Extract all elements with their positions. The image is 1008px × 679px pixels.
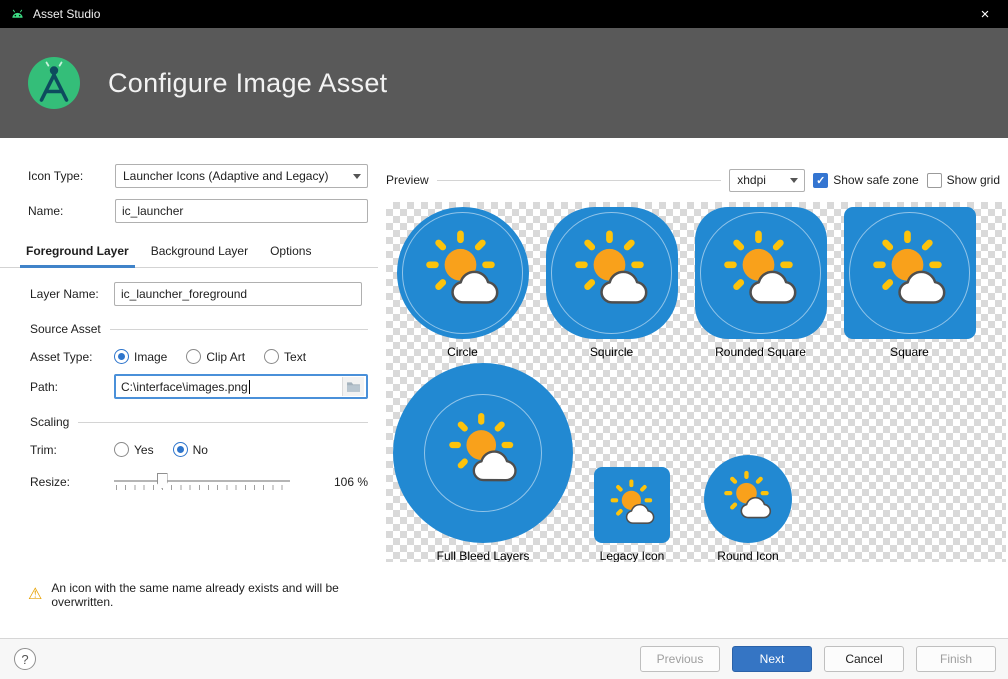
browse-folder-button[interactable] xyxy=(342,377,364,396)
tile-label: Legacy Icon xyxy=(600,549,665,562)
radio-icon xyxy=(186,349,201,364)
tab-options[interactable]: Options xyxy=(264,240,317,268)
name-value: ic_launcher xyxy=(122,204,183,218)
finish-button: Finish xyxy=(916,646,996,672)
asset-type-image-radio[interactable]: Image xyxy=(114,349,167,364)
folder-icon xyxy=(346,381,361,393)
show-safe-zone-label: Show safe zone xyxy=(833,173,918,187)
radio-icon xyxy=(264,349,279,364)
text-caret xyxy=(249,380,250,394)
window-title: Asset Studio xyxy=(33,7,100,21)
wizard-header: Configure Image Asset xyxy=(0,28,1008,138)
preview-canvas: Circle Squircle Rounded Square xyxy=(386,202,1006,562)
tile-label: Squircle xyxy=(590,345,633,359)
tab-foreground-layer[interactable]: Foreground Layer xyxy=(20,240,135,268)
preview-square: Square xyxy=(835,207,984,359)
page-title: Configure Image Asset xyxy=(108,68,387,99)
trim-label: Trim: xyxy=(30,443,114,457)
resize-value: 106 % xyxy=(334,475,368,489)
dialog-footer: ? Previous Next Cancel Finish xyxy=(0,638,1008,679)
asset-type-label: Asset Type: xyxy=(30,350,114,364)
tile-label: Rounded Square xyxy=(715,345,806,359)
squircle-icon-preview xyxy=(546,207,678,339)
radio-icon xyxy=(114,349,129,364)
radio-icon xyxy=(173,442,188,457)
preview-title: Preview xyxy=(386,173,429,187)
icon-type-select[interactable]: Launcher Icons (Adaptive and Legacy) xyxy=(115,164,368,188)
asset-type-clipart-label: Clip Art xyxy=(206,350,245,364)
round-icon-preview xyxy=(704,455,792,543)
tile-label: Round Icon xyxy=(717,549,778,562)
trim-no-label: No xyxy=(193,443,208,457)
circle-icon-preview xyxy=(397,207,529,339)
show-grid-checkbox[interactable]: Show grid xyxy=(927,173,1000,188)
layer-name-value: ic_launcher_foreground xyxy=(121,287,247,301)
asset-type-text-label: Text xyxy=(284,350,306,364)
density-value: xhdpi xyxy=(737,173,766,187)
options-panel: Icon Type: Launcher Icons (Adaptive and … xyxy=(0,138,378,638)
show-safe-zone-checkbox[interactable]: ✓ Show safe zone xyxy=(813,173,918,188)
preview-rounded-square: Rounded Square xyxy=(686,207,835,359)
path-input[interactable]: C:\interface\images.png xyxy=(114,374,368,399)
preview-full-bleed: Full Bleed Layers xyxy=(388,363,578,562)
density-select[interactable]: xhdpi xyxy=(729,169,805,192)
show-grid-label: Show grid xyxy=(947,173,1000,187)
preview-round: Round Icon xyxy=(696,455,800,562)
layer-name-label: Layer Name: xyxy=(30,287,114,301)
preview-divider xyxy=(437,180,722,181)
help-button[interactable]: ? xyxy=(14,648,36,670)
cancel-button[interactable]: Cancel xyxy=(824,646,904,672)
chevron-down-icon xyxy=(784,170,804,191)
section-divider xyxy=(78,422,368,423)
trim-yes-radio[interactable]: Yes xyxy=(114,442,154,457)
name-input[interactable]: ic_launcher xyxy=(115,199,368,223)
previous-button: Previous xyxy=(640,646,720,672)
section-divider xyxy=(110,329,368,330)
window-titlebar: Asset Studio × xyxy=(0,0,1008,28)
asset-type-clipart-radio[interactable]: Clip Art xyxy=(186,349,245,364)
resize-label: Resize: xyxy=(30,475,114,489)
tile-label: Circle xyxy=(447,345,478,359)
preview-circle: Circle xyxy=(388,207,537,359)
checkbox-icon: ✓ xyxy=(813,173,828,188)
tile-label: Full Bleed Layers xyxy=(437,549,530,562)
slider-track[interactable] xyxy=(114,480,290,482)
warning-icon: ⚠ xyxy=(28,587,42,603)
preview-squircle: Squircle xyxy=(537,207,686,359)
scaling-section-title: Scaling xyxy=(30,415,69,429)
trim-yes-label: Yes xyxy=(134,443,154,457)
icon-type-value: Launcher Icons (Adaptive and Legacy) xyxy=(123,169,328,183)
warning-message: ⚠ An icon with the same name already exi… xyxy=(28,581,378,609)
android-studio-logo xyxy=(26,55,82,111)
name-label: Name: xyxy=(28,204,115,218)
icon-type-label: Icon Type: xyxy=(28,169,115,183)
legacy-icon-preview xyxy=(594,467,670,543)
tile-label: Square xyxy=(890,345,929,359)
source-asset-section-title: Source Asset xyxy=(30,322,101,336)
tab-background-layer[interactable]: Background Layer xyxy=(145,240,254,268)
full-bleed-icon-preview xyxy=(393,363,573,543)
slider-ticks xyxy=(116,485,290,490)
trim-no-radio[interactable]: No xyxy=(173,442,208,457)
preview-panel: Preview xhdpi ✓ Show safe zone Show grid xyxy=(382,138,1006,638)
radio-icon xyxy=(114,442,129,457)
close-icon[interactable]: × xyxy=(962,0,1008,28)
path-value: C:\interface\images.png xyxy=(121,380,248,394)
layer-tabs: Foreground Layer Background Layer Option… xyxy=(0,240,378,268)
chevron-down-icon xyxy=(347,165,367,187)
checkbox-icon xyxy=(927,173,942,188)
asset-type-text-radio[interactable]: Text xyxy=(264,349,306,364)
next-button[interactable]: Next xyxy=(732,646,812,672)
square-icon-preview xyxy=(844,207,976,339)
android-logo-icon xyxy=(10,7,25,22)
dialog-content: Icon Type: Launcher Icons (Adaptive and … xyxy=(0,138,1008,638)
layer-name-input[interactable]: ic_launcher_foreground xyxy=(114,282,362,306)
resize-slider[interactable] xyxy=(114,471,290,493)
preview-legacy: Legacy Icon xyxy=(584,467,680,562)
path-label: Path: xyxy=(30,380,114,394)
asset-type-image-label: Image xyxy=(134,350,167,364)
warning-text: An icon with the same name already exist… xyxy=(51,581,378,609)
rounded-square-icon-preview xyxy=(695,207,827,339)
